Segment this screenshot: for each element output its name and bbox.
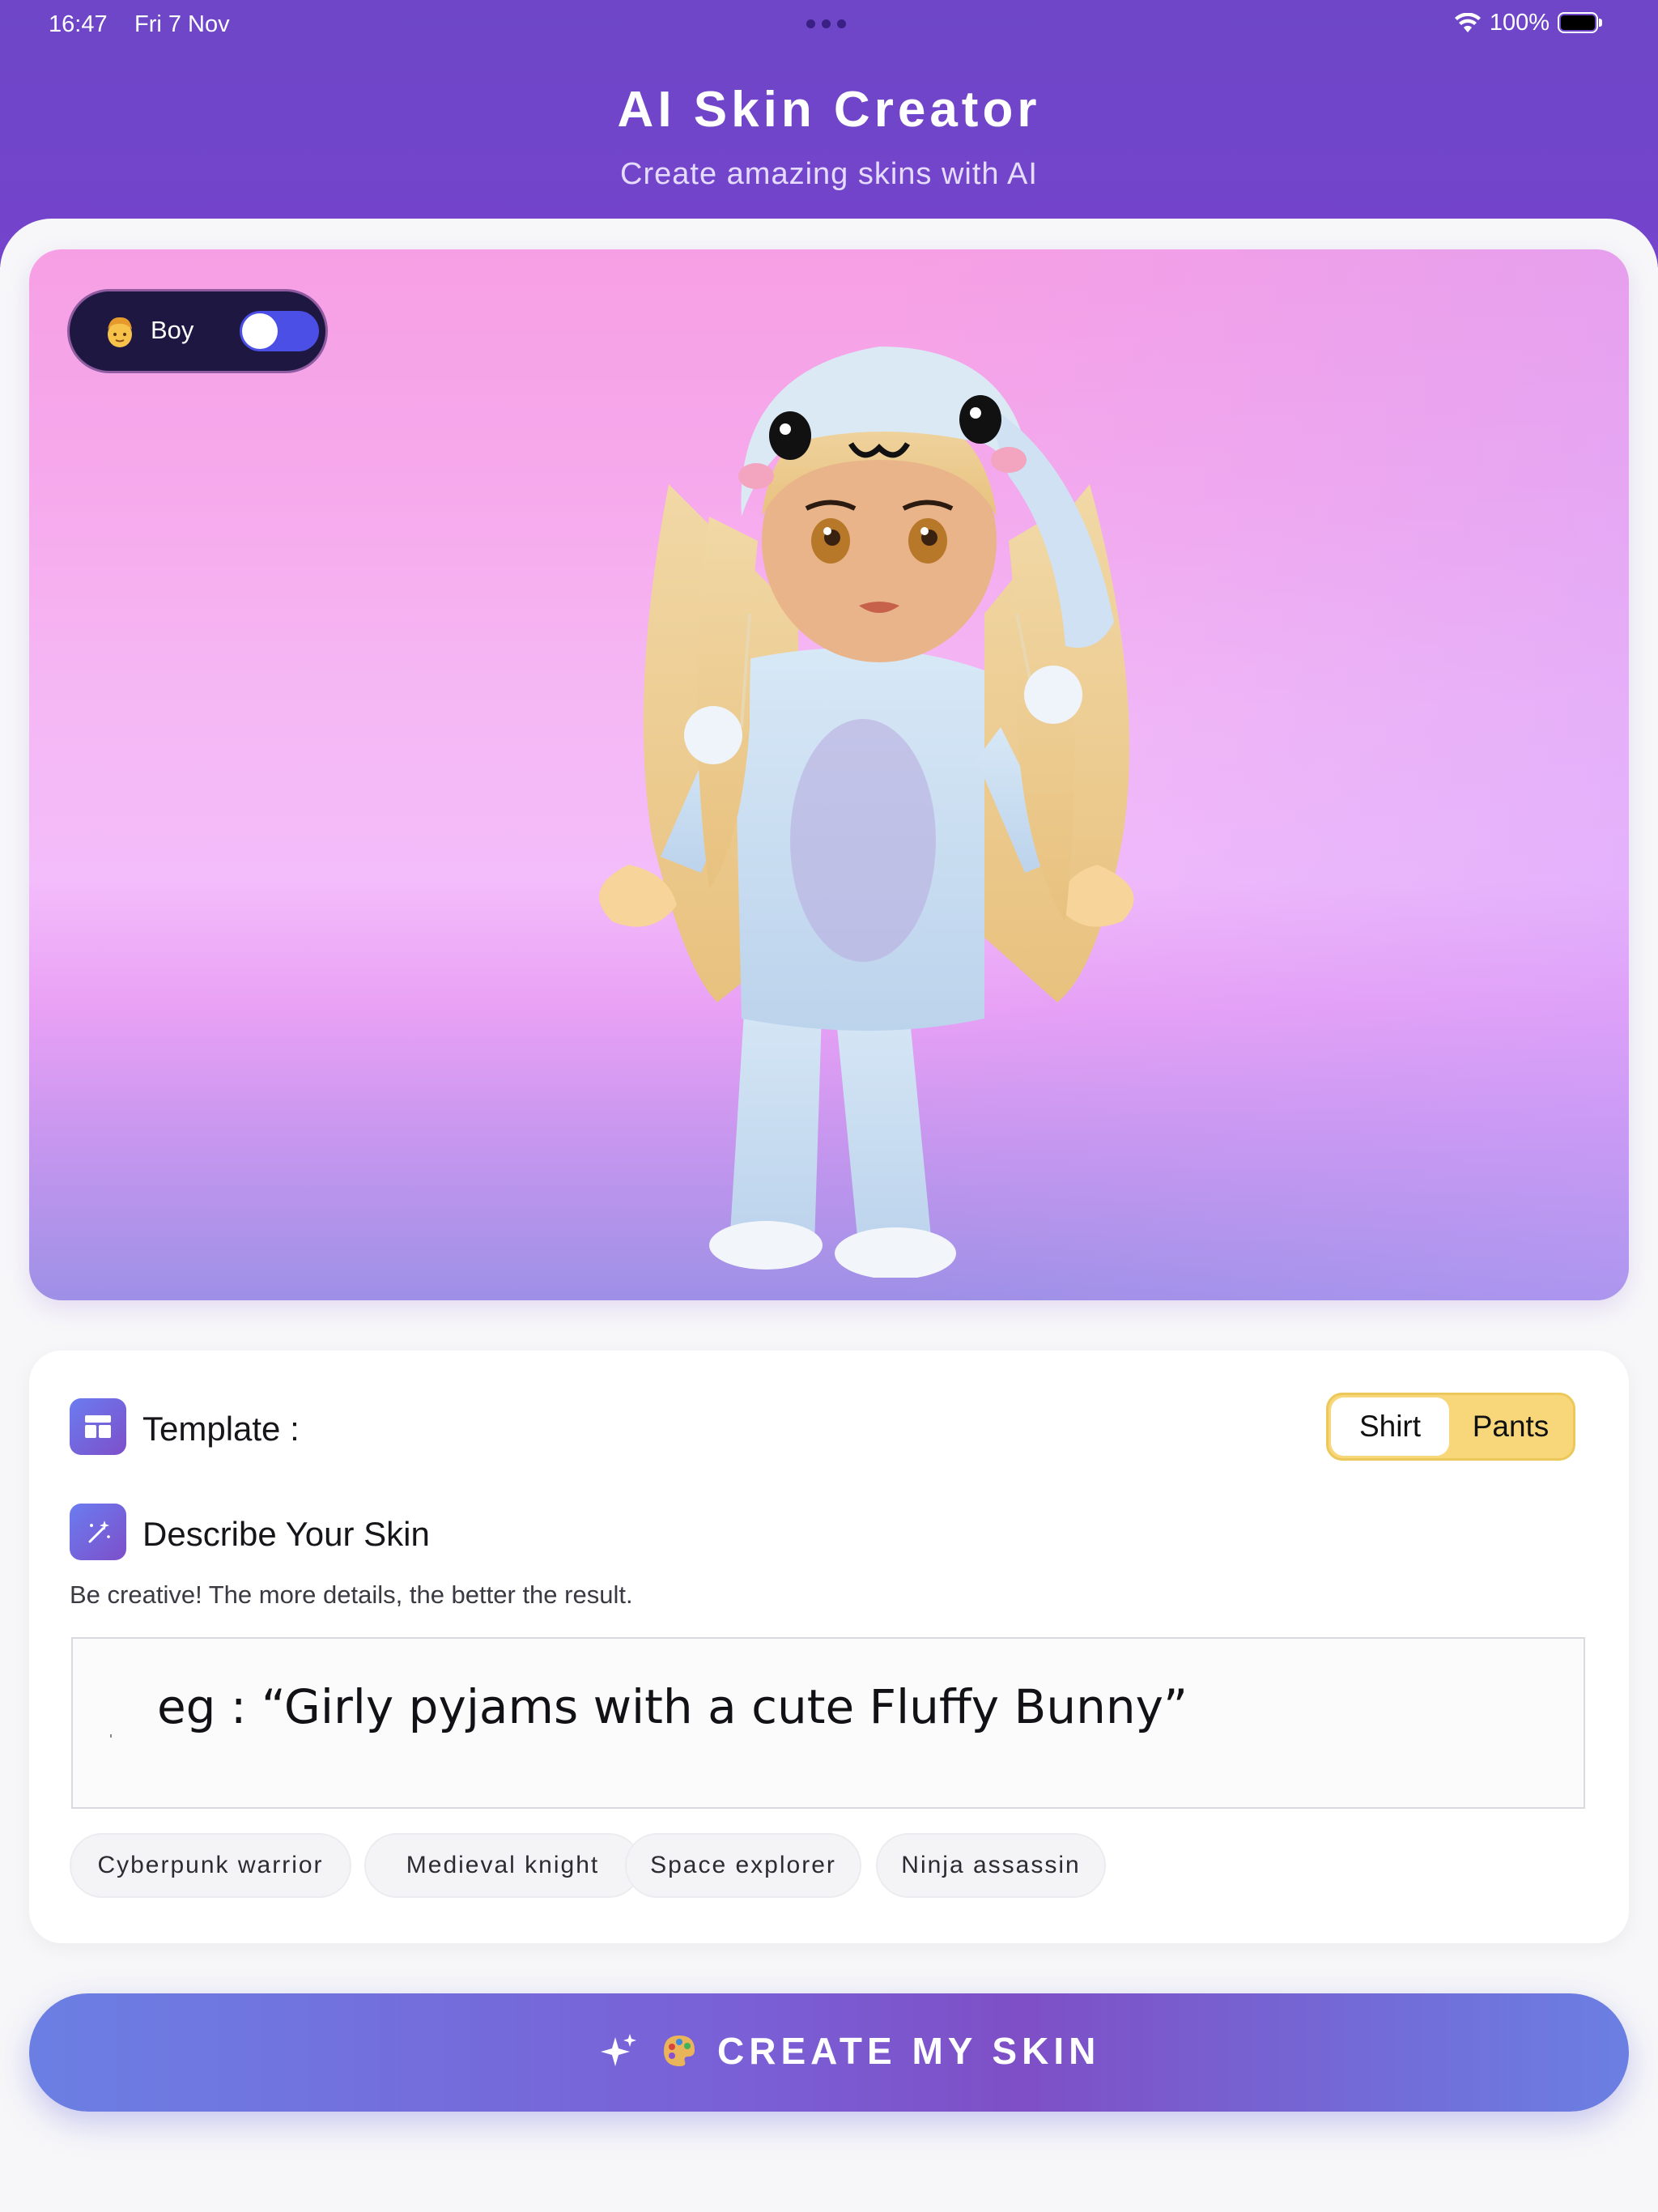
prompt-placeholder: eg : “Girly pyjams with a cute Fluffy Bu… <box>157 1679 1188 1734</box>
prompt-input[interactable]: eg : “Girly pyjams with a cute Fluffy Bu… <box>71 1637 1585 1809</box>
create-skin-label: CREATE MY SKIN <box>717 2030 1101 2072</box>
status-bar: 16:47 Fri 7 Nov 100% <box>0 0 1658 50</box>
wifi-icon <box>1454 12 1482 34</box>
magic-wand-icon <box>70 1504 126 1560</box>
text-caret <box>110 1734 112 1738</box>
switch-knob <box>242 313 278 349</box>
create-skin-button[interactable]: CREATE MY SKIN <box>29 1993 1629 2112</box>
status-indicators: 100% <box>1454 10 1605 36</box>
avatar-preview <box>599 347 1134 1278</box>
suggestion-chip-ninja-assassin[interactable]: Ninja assassin <box>876 1833 1106 1898</box>
sparkles-icon <box>601 2034 636 2066</box>
suggestion-chip-space-explorer[interactable]: Space explorer <box>625 1833 861 1898</box>
page-subtitle: Create amazing skins with AI <box>620 157 1038 191</box>
template-segmented-control[interactable]: Shirt Pants <box>1326 1393 1575 1461</box>
gender-switch[interactable] <box>240 311 319 351</box>
layout-icon <box>70 1398 126 1455</box>
battery-icon <box>1558 11 1605 35</box>
template-label: Template : <box>142 1410 300 1448</box>
suggestion-chip-cyberpunk-warrior[interactable]: Cyberpunk warrior <box>70 1833 351 1898</box>
multitasking-dots-icon[interactable] <box>806 19 846 28</box>
boy-face-icon <box>108 317 132 347</box>
page-title: AI Skin Creator <box>617 82 1041 138</box>
status-date: Fri 7 Nov <box>134 11 230 37</box>
helper-text: Be creative! The more details, the bette… <box>70 1580 633 1609</box>
palette-icon <box>664 2035 695 2066</box>
status-time: 16:47 <box>49 11 108 37</box>
segment-pants[interactable]: Pants <box>1450 1397 1571 1456</box>
suggestion-chip-medieval-knight[interactable]: Medieval knight <box>364 1833 641 1898</box>
segment-shirt[interactable]: Shirt <box>1331 1397 1449 1456</box>
gender-toggle[interactable]: Boy <box>70 291 325 371</box>
gender-label: Boy <box>151 316 194 344</box>
battery-percentage: 100% <box>1489 10 1550 36</box>
skin-form-card: Template : Shirt Pants Describe Your Ski… <box>29 1351 1629 1943</box>
skin-preview-card: Boy <box>29 249 1629 1300</box>
describe-label: Describe Your Skin <box>142 1515 430 1553</box>
